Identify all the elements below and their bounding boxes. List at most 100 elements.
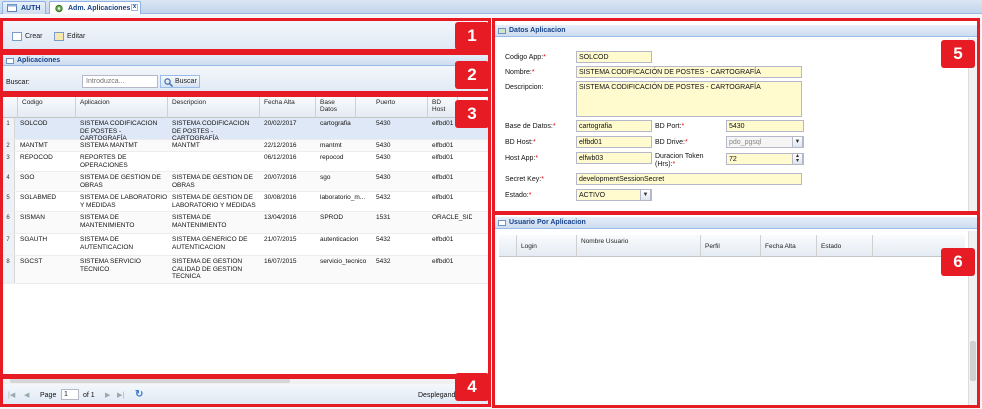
apps-panel-header: Aplicaciones bbox=[2, 54, 490, 66]
row-number: 3 bbox=[2, 152, 15, 171]
cell-puerto: 5432 bbox=[376, 236, 391, 243]
col-estado[interactable]: Estado bbox=[817, 235, 873, 257]
table-row[interactable]: 3 REPOCOD REPORTES DE OPERACIONES 06/12/201… bbox=[2, 152, 490, 172]
cell-fecha: 30/08/2016 bbox=[264, 194, 297, 201]
col-codigo[interactable]: Codigo bbox=[18, 96, 76, 118]
nombre-label: Nombre:* bbox=[505, 69, 535, 76]
close-icon[interactable]: x bbox=[131, 4, 138, 11]
tab-adm-aplicaciones[interactable]: Adm. Aplicaciones x bbox=[49, 1, 141, 14]
base-datos-label: Base de Datos:* bbox=[505, 123, 556, 130]
page-input[interactable]: 1 bbox=[61, 389, 79, 400]
table-row[interactable]: 1 SOLCOD SISTEMA CODIFICACIÓN DE POSTES - … bbox=[2, 118, 490, 142]
bd-host-label: BD Host:* bbox=[505, 139, 536, 146]
cell-codigo: REPOCOD bbox=[20, 154, 53, 161]
refresh-icon[interactable]: ↻ bbox=[135, 389, 143, 400]
bd-drive-value: pdo_pgsql bbox=[729, 139, 762, 146]
nombre-field[interactable]: SISTEMA CODIFICACIÓN DE POSTES - CARTOGR… bbox=[576, 66, 802, 78]
secret-key-label: Secret Key:* bbox=[505, 176, 544, 183]
add-document-icon bbox=[12, 32, 22, 41]
cell-codigo: MANTMT bbox=[20, 142, 48, 149]
token-stepper[interactable]: 72 ▴ ▾ bbox=[726, 153, 804, 165]
spinner-icon[interactable]: ▴ ▾ bbox=[792, 154, 803, 164]
cell-host: elfbd01 bbox=[432, 174, 454, 181]
cell-fecha: 06/12/2016 bbox=[264, 154, 297, 161]
details-panel: Datos Aplicacion Codigo App:* SOLCOD Nom… bbox=[494, 20, 978, 212]
grid-header: Codigo Aplicacion Descripcion Fecha Alta… bbox=[2, 96, 490, 118]
bd-drive-select[interactable]: pdo_pgsql ▼ bbox=[726, 136, 804, 148]
search-icon bbox=[164, 78, 173, 87]
bd-drive-label: BD Drive:* bbox=[655, 139, 688, 146]
grid-hscrollbar[interactable] bbox=[2, 376, 490, 384]
details-panel-header: Datos Aplicacion bbox=[495, 25, 977, 37]
window-icon bbox=[7, 4, 17, 12]
col-puerto[interactable]: Puerto bbox=[372, 96, 428, 118]
token-label: Duracion Token (Hrs):* bbox=[655, 153, 704, 168]
table-row[interactable]: 6 SISMAN SISTEMA DE MANTENIMIENTO SISTEMA D… bbox=[2, 212, 490, 234]
search-input[interactable] bbox=[82, 75, 158, 88]
estado-label: Estado:* bbox=[505, 192, 532, 199]
host-app-label: Host App:* bbox=[505, 155, 539, 162]
row-number: 2 bbox=[2, 140, 15, 151]
paging-toolbar: |◀ ◀ Page 1 of 1 ▶ ▶| ↻ Desplegando bbox=[2, 385, 490, 405]
last-page-icon[interactable]: ▶| bbox=[117, 391, 124, 399]
estado-select[interactable]: ACTIVO ▼ bbox=[576, 189, 652, 201]
users-panel-header: Usuario Por Aplicacion bbox=[495, 217, 977, 229]
gear-icon bbox=[54, 4, 64, 13]
codigo-label: Codigo App:* bbox=[505, 54, 546, 61]
users-panel: Usuario Por Aplicacion Login Nombre Usua… bbox=[494, 214, 978, 406]
cell-host: ORACLE_SID bbox=[432, 214, 472, 221]
col-base-datos[interactable]: Base Datos bbox=[316, 96, 356, 118]
cell-bd: laboratorio_m... bbox=[320, 194, 366, 201]
cell-host: elfbd01 bbox=[432, 154, 454, 161]
cell-descripcion: MANTMT bbox=[172, 142, 200, 149]
edit-button[interactable]: Editar bbox=[54, 32, 85, 41]
badge-4: 4 bbox=[455, 373, 489, 401]
cell-puerto: 5432 bbox=[376, 258, 391, 265]
next-page-icon[interactable]: ▶ bbox=[105, 391, 110, 399]
cell-aplicacion: SISTEMA DE GESTION DE OBRAS bbox=[80, 174, 161, 189]
row-number: 7 bbox=[2, 234, 15, 255]
col-bd-host[interactable]: BD Host bbox=[428, 96, 458, 118]
row-number: 6 bbox=[2, 212, 15, 233]
cell-bd: servicio_tecnico bbox=[320, 258, 367, 265]
table-row[interactable]: 5 SGLABMED SISTEMA DE LABORATORIO Y MEDIDA… bbox=[2, 192, 490, 212]
col-nombre-usuario[interactable]: Nombre Usuario bbox=[577, 235, 701, 257]
descripcion-field[interactable]: SISTEMA CODIFICACIÓN DE POSTES - CARTOGR… bbox=[576, 81, 802, 117]
table-row[interactable]: 7 SGAUTH SISTEMA DE AUTENTICACION SISTEMA G… bbox=[2, 234, 490, 256]
main-toolbar: Crear Editar bbox=[2, 20, 490, 50]
tab-auth[interactable]: AUTH bbox=[2, 1, 46, 14]
col-perfil[interactable]: Perfil bbox=[701, 235, 761, 257]
secret-key-field[interactable]: developmentSessionSecret bbox=[576, 173, 802, 185]
table-row[interactable]: 4 SGO SISTEMA DE GESTION DE OBRAS SISTEMA D… bbox=[2, 172, 490, 192]
first-page-icon[interactable]: |◀ bbox=[8, 391, 15, 399]
col-fecha-alta[interactable]: Fecha Alta bbox=[260, 96, 316, 118]
cell-fecha: 21/07/2015 bbox=[264, 236, 297, 243]
chevron-down-icon[interactable]: ▼ bbox=[640, 190, 651, 200]
hscroll-thumb[interactable] bbox=[10, 378, 290, 383]
table-row[interactable]: 2 MANTMT SISTEMA MANTMT MANTMT 22/12/2016 man… bbox=[2, 140, 490, 152]
rownumber-header bbox=[2, 96, 18, 118]
cell-host: elfbd01 bbox=[432, 258, 454, 265]
col-descripcion[interactable]: Descripcion bbox=[168, 96, 260, 118]
bd-port-field[interactable]: 5430 bbox=[726, 120, 804, 132]
row-number: 8 bbox=[2, 256, 15, 283]
search-button[interactable]: Buscar bbox=[160, 75, 200, 88]
table-row[interactable]: 8 SGCST SISTEMA SERVICIO TECNICO SISTEMA DE… bbox=[2, 256, 490, 284]
prev-page-icon[interactable]: ◀ bbox=[24, 391, 29, 399]
base-datos-field[interactable]: cartografia bbox=[576, 120, 652, 132]
cell-puerto: 5430 bbox=[376, 142, 391, 149]
host-app-field[interactable]: elfwb03 bbox=[576, 152, 652, 164]
create-button[interactable]: Crear bbox=[12, 32, 43, 41]
col-fecha-alta-usuario[interactable]: Fecha Alta bbox=[761, 235, 817, 257]
bd-host-field[interactable]: elfbd01 bbox=[576, 136, 652, 148]
codigo-field[interactable]: SOLCOD bbox=[576, 51, 652, 63]
col-login[interactable]: Login bbox=[517, 235, 577, 257]
cell-fecha: 16/07/2015 bbox=[264, 258, 297, 265]
col-aplicacion[interactable]: Aplicacion bbox=[76, 96, 168, 118]
users-vscroll-thumb[interactable] bbox=[970, 341, 976, 381]
paging-status: Desplegando bbox=[418, 392, 460, 399]
chevron-down-icon[interactable]: ▼ bbox=[792, 137, 803, 147]
cell-puerto: 5430 bbox=[376, 154, 391, 161]
descripcion-label: Descripcion: bbox=[505, 84, 544, 91]
cell-descripcion: SISTEMA DE GESTION DE LABORATORIO Y MEDI… bbox=[172, 194, 256, 209]
